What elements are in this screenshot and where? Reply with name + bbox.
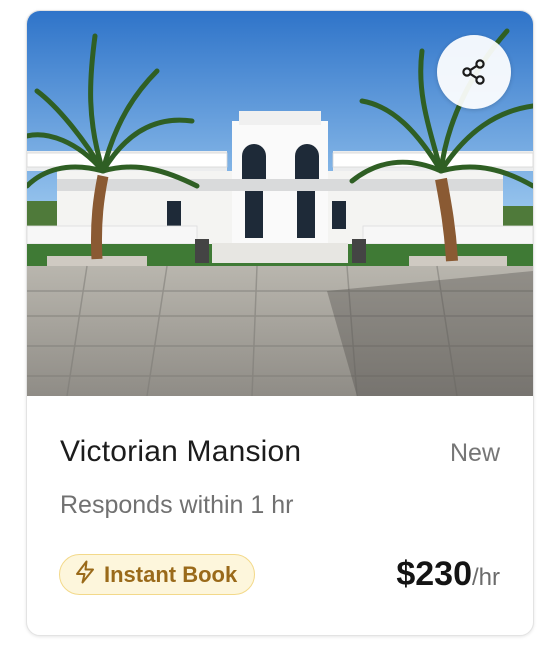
response-time: Responds within 1 hr: [60, 491, 294, 519]
share-button[interactable]: [437, 35, 511, 109]
lightning-icon: [74, 560, 96, 589]
price-unit: /hr: [471, 564, 500, 591]
share-icon: [459, 57, 489, 87]
listing-card[interactable]: Victorian Mansion New Responds within 1 …: [26, 10, 534, 636]
listing-title[interactable]: Victorian Mansion: [60, 435, 301, 469]
price-amount: $230: [396, 555, 472, 593]
instant-book-label: Instant Book: [104, 561, 238, 587]
instant-book-badge: Instant Book: [59, 554, 256, 595]
price: $230 /hr: [396, 555, 500, 594]
listing-photo[interactable]: [27, 11, 533, 396]
status-badge: New: [449, 439, 500, 467]
